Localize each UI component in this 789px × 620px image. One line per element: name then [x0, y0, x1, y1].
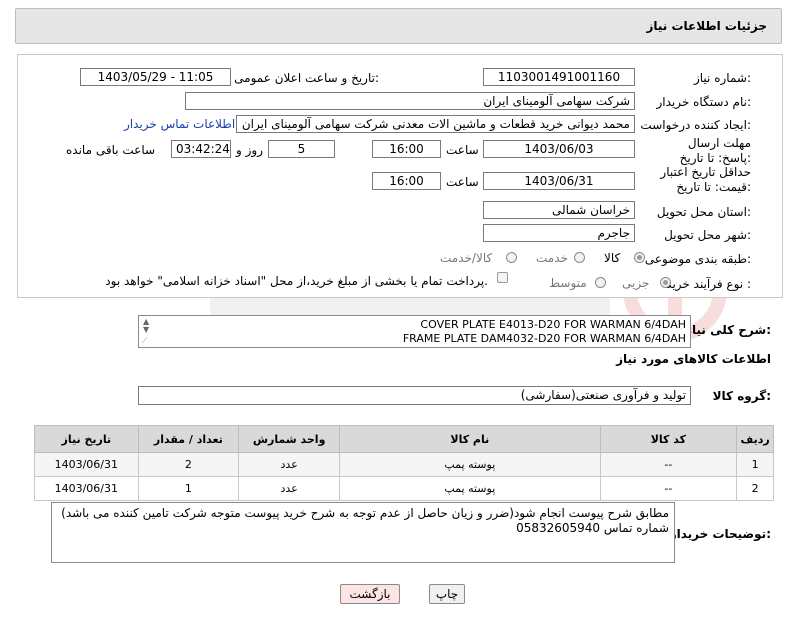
reply-deadline-label: مهلت ارسال پاسخ: تا تاریخ:: [679, 136, 751, 165]
treasury-payment-checkbox[interactable]: [497, 272, 508, 283]
table-header-row: ردیف کد کالا نام کالا واحد شمارش تعداد /…: [34, 425, 774, 453]
need-number-label: شماره نیاز:: [693, 71, 751, 85]
cell-item-code: --: [599, 452, 738, 477]
remaining-time-label: ساعت باقی مانده: [66, 143, 156, 157]
back-button[interactable]: بازگشت: [340, 584, 400, 604]
category-radio-goods-service[interactable]: [506, 252, 517, 263]
category-radio-goods[interactable]: [634, 252, 645, 263]
cell-unit: عدد: [238, 476, 341, 501]
cell-item-name: پوسته پمپ: [339, 476, 601, 501]
remaining-time-field[interactable]: 03:42:24: [171, 140, 231, 158]
price-validity-label: حداقل تاریخ اعتبار قیمت: تا تاریخ:: [660, 165, 751, 194]
delivery-city-label: شهر محل تحویل:: [664, 228, 751, 242]
description-line-1: COVER PLATE E4013-D20 FOR WARMAN 6/4DAH: [420, 318, 686, 331]
days-label: روز و: [236, 143, 263, 157]
requester-label: ایجاد کننده درخواست:: [640, 118, 751, 132]
cell-row-number: 1: [736, 452, 774, 477]
col-need-date: تاریخ نیاز: [34, 425, 139, 453]
category-label: طبقه بندی موضوعی:: [644, 252, 751, 266]
category-option-goods: کالا: [604, 251, 621, 265]
col-unit: واحد شمارش: [238, 425, 341, 453]
cell-row-number: 2: [736, 476, 774, 501]
goods-group-label: گروه کالا:: [712, 389, 771, 403]
price-validity-date-field[interactable]: 1403/06/31: [483, 172, 635, 190]
scroll-down-icon[interactable]: ▼: [143, 325, 149, 334]
goods-section-title: اطلاعات کالاهای مورد نیاز: [616, 352, 771, 366]
delivery-province-field[interactable]: خراسان شمالی: [483, 201, 635, 219]
delivery-city-field[interactable]: جاجرم: [483, 224, 635, 242]
description-line-2: FRAME PLATE DAM4032-D20 FOR WARMAN 6/4DA…: [402, 332, 686, 345]
reply-deadline-date-field[interactable]: 1403/06/03: [483, 140, 635, 158]
process-radio-medium[interactable]: [595, 277, 606, 288]
print-button[interactable]: چاپ: [429, 584, 465, 604]
process-radio-minor[interactable]: [660, 277, 671, 288]
category-radio-service[interactable]: [574, 252, 585, 263]
buyer-notes-label: توضیحات خریدار:: [669, 527, 771, 541]
announce-datetime-label: تاریخ و ساعت اعلان عمومی:: [234, 71, 379, 85]
cell-need-date: 1403/06/31: [34, 476, 139, 501]
reply-days-field[interactable]: 5: [268, 140, 335, 158]
cell-item-name: پوسته پمپ: [339, 452, 601, 477]
buyer-notes-box[interactable]: مطابق شرح پیوست انجام شود(ضرر و زیان حاص…: [51, 502, 675, 563]
col-item-name: نام کالا: [339, 425, 601, 453]
announce-datetime-field[interactable]: 1403/05/29 - 11:05: [80, 68, 231, 86]
process-label: نوع فرآیند خرید :: [666, 277, 751, 291]
cell-quantity: 2: [137, 452, 240, 477]
process-option-minor: جزیی: [622, 276, 650, 290]
need-number-field[interactable]: 1103001491001160: [483, 68, 635, 86]
page-title: جزئیات اطلاعات نیاز: [646, 19, 767, 33]
delivery-province-label: استان محل تحویل:: [656, 205, 751, 219]
table-row[interactable]: 2 -- پوسته پمپ عدد 1 1403/06/31: [34, 476, 774, 501]
col-item-code: کد کالا: [599, 425, 738, 453]
category-option-goods-service: کالا/خدمت: [440, 251, 493, 265]
requester-field[interactable]: محمد دیوانی خرید قطعات و ماشین الات معدن…: [236, 115, 635, 133]
cell-quantity: 1: [137, 476, 240, 501]
buyer-org-label: نام دستگاه خریدار:: [656, 95, 752, 109]
cell-unit: عدد: [238, 452, 341, 477]
reply-time-label: ساعت: [446, 143, 479, 157]
table-row[interactable]: 1 -- پوسته پمپ عدد 2 1403/06/31: [34, 452, 774, 477]
cell-item-code: --: [599, 476, 738, 501]
description-box[interactable]: COVER PLATE E4013-D20 FOR WARMAN 6/4DAH …: [138, 315, 691, 348]
category-option-service: خدمت: [536, 251, 568, 265]
cell-need-date: 1403/06/31: [34, 452, 139, 477]
reply-time-field[interactable]: 16:00: [372, 140, 441, 158]
price-validity-time-label: ساعت: [446, 175, 479, 189]
col-quantity: تعداد / مقدار: [137, 425, 240, 453]
process-option-medium: متوسط: [549, 276, 587, 290]
goods-group-field[interactable]: تولید و فرآوری صنعتی(سفارشی): [138, 386, 691, 405]
buyer-contact-link[interactable]: اطلاعات تماس خریدار: [124, 117, 235, 131]
treasury-payment-note: پرداخت تمام یا بخشی از مبلغ خرید،از محل …: [105, 274, 488, 288]
buyer-org-field[interactable]: شرکت سهامی آلومینای ایران: [185, 92, 635, 110]
goods-table: ردیف کد کالا نام کالا واحد شمارش تعداد /…: [34, 425, 774, 501]
price-validity-time-field[interactable]: 16:00: [372, 172, 441, 190]
col-row-number: ردیف: [736, 425, 774, 453]
page-header: جزئیات اطلاعات نیاز: [15, 8, 782, 44]
resize-handle-icon[interactable]: ⟋: [142, 336, 148, 346]
description-label: شرح کلی نیاز:: [685, 323, 771, 337]
